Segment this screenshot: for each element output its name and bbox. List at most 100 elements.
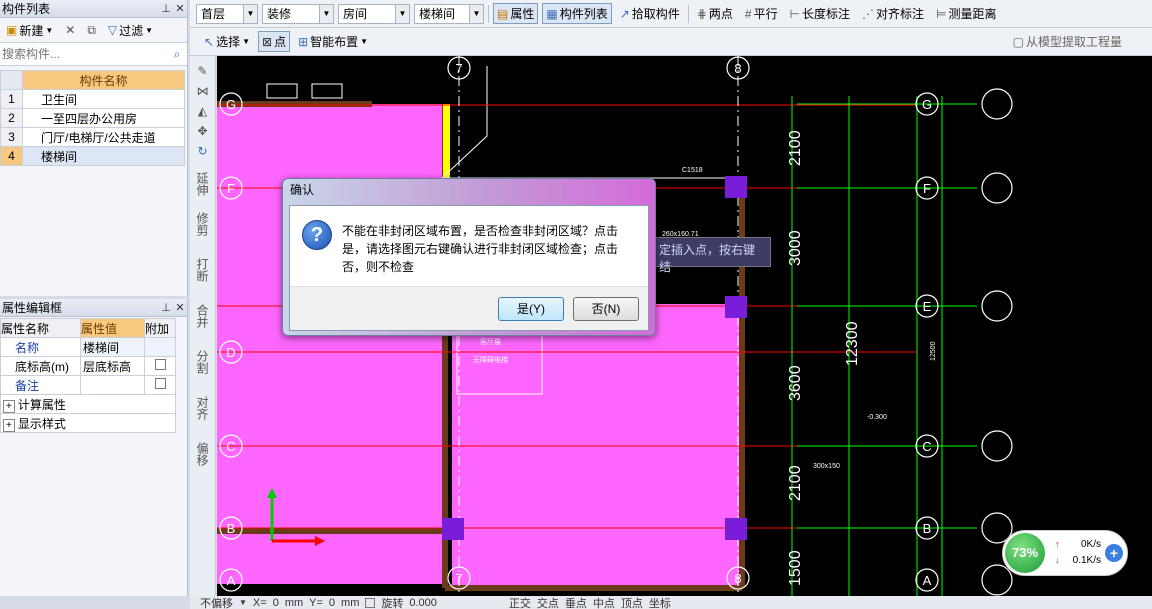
category-select[interactable]: 装修 ▼ (262, 3, 334, 24)
two-point-button[interactable]: ⋕ 两点 (693, 3, 737, 24)
vertex-snap[interactable]: 顶点 (621, 596, 643, 609)
extend-tool[interactable]: 延伸 (194, 172, 211, 196)
mirror-triangle-icon[interactable]: ◭ (190, 104, 215, 118)
search-input[interactable] (0, 44, 167, 64)
type-select[interactable]: 房间 ▼ (338, 3, 410, 24)
chevron-down-icon: ▼ (469, 4, 483, 23)
yes-button[interactable]: 是(Y) (498, 297, 564, 321)
close-icon[interactable]: ✕ (173, 301, 187, 314)
copy-button[interactable]: ⧉ (83, 21, 100, 40)
prop-value[interactable]: 层底标高 (80, 356, 145, 376)
status-bar: 不偏移 ▼ X= 0 mm Y= 0 mm 旋转 0.000 正交 交点 垂点 中点 顶点 … (190, 596, 1152, 609)
table-row[interactable]: 1 卫生间 (0, 89, 185, 109)
mirror-icon[interactable]: ⋈ (190, 84, 215, 98)
attribute-button[interactable]: ▤ 属性 (493, 3, 539, 24)
point-button[interactable]: ⊠ 点 (258, 31, 291, 52)
room-region (217, 104, 442, 584)
close-icon[interactable]: ✕ (173, 2, 187, 15)
chevron-down-icon: ▼ (239, 598, 247, 607)
align-tool[interactable]: 对齐 (194, 396, 211, 420)
table-row[interactable]: 3 门厅/电梯厅/公共走道 (0, 127, 185, 147)
component-list-button[interactable]: ▦ 构件列表 (542, 3, 612, 24)
offset-mode[interactable]: 不偏移 (200, 596, 233, 609)
small-label: C1518 (682, 167, 703, 174)
new-button[interactable]: ▣ 新建 ▼ (2, 20, 57, 41)
expand-icon[interactable]: + (3, 399, 15, 413)
parallel-label: 平行 (753, 7, 778, 21)
row-label: F (227, 181, 235, 196)
small-label: 12500 (930, 341, 937, 361)
intersection-snap[interactable]: 交点 (537, 596, 559, 609)
checkbox[interactable] (144, 356, 176, 376)
y-value[interactable]: 0 (329, 597, 335, 609)
item-value: 楼梯间 (419, 7, 456, 21)
measure-button[interactable]: ⊨ 测量距离 (932, 3, 1000, 24)
axis-label: 7 (455, 61, 462, 76)
select-button[interactable]: ↖ 选择 ▼ (200, 31, 254, 52)
dimension-text-group: 2100 3000 3600 2100 1500 12300 (787, 130, 861, 586)
delete-button[interactable]: ✕ (61, 21, 79, 39)
small-label: 300x150 (813, 463, 840, 470)
smart-layout-button[interactable]: ⊞ 智能布置 ▼ (294, 31, 372, 52)
checkbox[interactable] (144, 375, 176, 395)
property-panel: 属性编辑框 ⊥ ✕ 属性名称 属性值 附加 名称 楼梯间 底标高(m) 层底标高 备注 + 计… (0, 299, 188, 596)
property-row[interactable]: 备注 (0, 375, 176, 395)
component-name[interactable]: 一至四层办公用房 (22, 108, 185, 128)
trim-tool[interactable]: 修剪 (194, 212, 211, 236)
pick-component-button[interactable]: ↗ 拾取构件 (616, 3, 684, 24)
small-label: 客厅展 (480, 337, 501, 346)
row-label: G (226, 97, 236, 112)
point-icon: ⊠ (262, 34, 273, 49)
parallel-button[interactable]: # 平行 (741, 3, 782, 24)
extract-quantity-button[interactable]: ▢ 从模型提取工程量 (1009, 31, 1126, 52)
separator (687, 4, 689, 23)
table-row-selected[interactable]: 4 楼梯间 (0, 146, 185, 166)
property-group[interactable]: + 显示样式 (0, 413, 176, 433)
break-tool[interactable]: 打断 (194, 258, 211, 282)
pin-icon[interactable]: ⊥ (159, 301, 173, 314)
merge-tool[interactable]: 合并 (194, 304, 211, 328)
pen-icon[interactable]: ✎ (190, 64, 215, 78)
component-name[interactable]: 楼梯间 (22, 146, 185, 166)
row-label: A (227, 573, 236, 588)
component-name[interactable]: 卫生间 (22, 89, 185, 109)
x-value[interactable]: 0 (273, 597, 279, 609)
perpendicular-snap[interactable]: 垂点 (565, 596, 587, 609)
no-button[interactable]: 否(N) (573, 297, 639, 321)
panel-title-text: 属性编辑框 (2, 301, 63, 315)
row-number: 3 (0, 127, 23, 147)
floor-select[interactable]: 首层 ▼ (196, 3, 258, 24)
search-icon[interactable]: ⌕ (167, 47, 187, 62)
midpoint-snap[interactable]: 中点 (593, 596, 615, 609)
expand-icon[interactable]: + (3, 418, 15, 432)
move-icon[interactable]: ✥ (190, 124, 215, 138)
upload-speed: 0K/s (1080, 539, 1101, 550)
table-row[interactable]: 2 一至四层办公用房 (0, 108, 185, 128)
ortho-toggle[interactable]: 正交 (509, 596, 531, 609)
split-tool[interactable]: 分割 (194, 350, 211, 374)
chevron-down-icon: ▼ (395, 4, 409, 23)
vertical-toolbar: ✎ ⋈ ◭ ✥ ↻ 延伸 修剪 打断 合并 分割 对齐 偏移 (190, 56, 216, 596)
offset-tool[interactable]: 偏移 (194, 442, 211, 466)
filter-icon: ▽ (107, 23, 118, 37)
component-name[interactable]: 门厅/电梯厅/公共走道 (22, 127, 185, 147)
property-group[interactable]: + 计算属性 (0, 394, 176, 414)
coordinate-snap[interactable]: 坐标 (649, 596, 671, 609)
property-row[interactable]: 底标高(m) 层底标高 (0, 356, 176, 376)
rotate-label: 旋转 (381, 597, 404, 609)
item-select[interactable]: 楼梯间 ▼ (414, 3, 484, 24)
rotate-icon[interactable]: ↻ (190, 144, 215, 158)
align-mark-button[interactable]: ⋰ 对齐标注 (858, 3, 928, 24)
network-monitor-widget[interactable]: 73% ↑ ↓ 0K/s 0.1K/s + (1002, 530, 1128, 576)
length-mark-button[interactable]: ⊢ 长度标注 (786, 3, 854, 24)
rotate-value[interactable]: 0.000 (409, 597, 437, 609)
filter-button[interactable]: ▽ 过滤 ▼ (104, 20, 157, 41)
prop-value[interactable]: 楼梯间 (80, 337, 145, 357)
pin-icon[interactable]: ⊥ (159, 2, 173, 15)
prop-value[interactable] (80, 375, 145, 395)
chevron-down-icon: ▼ (145, 25, 154, 35)
pick-icon: ↗ (619, 6, 630, 21)
rotate-checkbox[interactable] (365, 597, 376, 608)
property-row[interactable]: 名称 楼梯间 (0, 337, 176, 357)
add-icon[interactable]: + (1105, 544, 1123, 562)
